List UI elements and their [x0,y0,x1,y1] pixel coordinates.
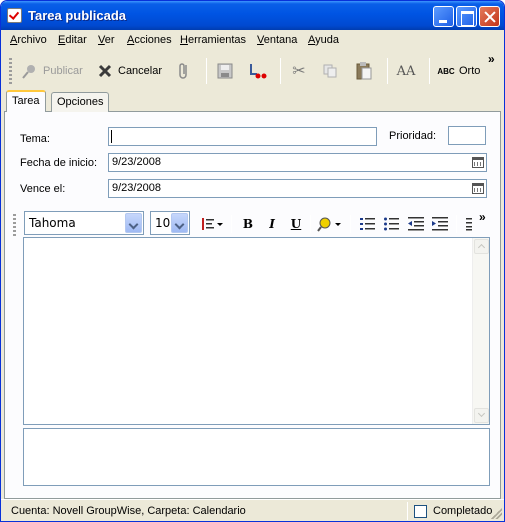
bullet-list-icon [384,217,399,231]
numbered-list-button[interactable] [358,215,378,233]
format-toolbar: Tahoma 10 B I U » [13,208,489,240]
toolbar-overflow-icon[interactable]: » [488,52,495,66]
close-button[interactable] [479,6,500,27]
menu-acciones[interactable]: Acciones [127,34,172,46]
subject-label: Tema: [20,133,50,145]
priority-input[interactable] [448,126,486,145]
toolbar-separator [280,58,281,84]
tab-opciones[interactable]: Opciones [51,92,110,112]
bullet-list-button[interactable] [382,215,402,233]
highlight-button[interactable] [316,215,344,233]
paste-button[interactable] [354,56,374,86]
toolbar-separator [206,58,207,84]
vertical-scrollbar[interactable] [472,238,489,424]
scissors-icon: ✂ [292,63,306,80]
format-overflow-icon[interactable]: » [479,210,486,224]
window-title: Tarea publicada [28,8,127,23]
align-icon [466,218,472,231]
completed-label[interactable]: Completado [433,505,492,517]
tab-strip: Tarea Opciones [4,90,501,112]
underline-button[interactable]: U [286,215,306,233]
font-name-select[interactable]: Tahoma [24,211,144,235]
save-icon [215,61,235,81]
subject-input[interactable] [108,127,377,146]
menu-herramientas[interactable]: Herramientas [180,34,246,46]
attach-button[interactable] [173,56,193,86]
numbered-list-icon [360,218,375,230]
status-separator [407,502,408,520]
format-separator [231,215,232,233]
menu-archivo[interactable]: Archivo [10,34,47,46]
task-window: Tarea publicada Archivo Editar Ver Accio… [0,0,505,522]
maximize-button[interactable] [456,6,477,27]
save-button[interactable] [215,56,235,86]
menu-ventana[interactable]: Ventana [257,34,297,46]
title-bar[interactable]: Tarea publicada [1,1,504,30]
x-mark-icon [95,61,115,81]
publish-button[interactable]: Publicar [20,56,83,86]
format-separator [456,215,457,233]
start-date-input[interactable]: 9/23/2008 [108,153,487,172]
tab-tarea[interactable]: Tarea [6,90,46,112]
cancel-button[interactable]: Cancelar [95,56,162,86]
due-date-input[interactable]: 9/23/2008 [108,179,487,198]
account-folder-status: Cuenta: Novell GroupWise, Carpeta: Calen… [11,505,246,517]
spell-check-button[interactable]: ABC Orto [436,56,480,86]
copy-icon [320,61,340,81]
clipboard-icon [354,61,374,81]
menu-ver[interactable]: Ver [98,34,115,46]
font-size-select[interactable]: 10 [150,211,190,235]
decrease-indent-button[interactable] [406,215,426,233]
address-book-button[interactable] [247,56,267,86]
toolbar-separator [429,58,430,84]
scroll-down-icon[interactable] [474,408,489,423]
paperclip-icon [173,61,193,81]
minimize-button[interactable] [433,6,454,27]
attachment-area[interactable] [23,428,490,486]
task-check-icon [7,8,22,23]
copy-button[interactable] [320,56,340,86]
format-toolbar-grip[interactable] [13,214,16,236]
task-panel: Tema: Prioridad: Fecha de inicio: 9/23/2… [4,112,501,499]
outdent-icon [408,217,424,231]
pushpin-icon [20,61,40,81]
italic-button[interactable]: I [262,215,282,233]
menu-editar[interactable]: Editar [58,34,87,46]
scroll-up-icon[interactable] [474,239,489,254]
calendar-icon[interactable] [472,183,484,194]
format-separator [350,215,351,233]
chevron-down-icon[interactable] [171,213,188,233]
increase-indent-button[interactable] [430,215,450,233]
start-date-label: Fecha de inicio: [20,157,98,169]
address-book-icon [247,61,267,81]
priority-label: Prioridad: [389,130,437,142]
spell-check-icon: ABC [437,66,455,76]
format-separator [310,215,311,233]
align-button[interactable] [462,215,476,233]
font-button[interactable]: AA [396,56,416,86]
paragraph-style-button[interactable] [200,215,226,233]
text-caret [111,130,112,143]
menu-ayuda[interactable]: Ayuda [308,34,339,46]
calendar-icon[interactable] [472,157,484,168]
highlighter-icon [317,217,341,232]
chevron-down-icon[interactable] [125,213,142,233]
cut-button[interactable]: ✂ [289,56,309,86]
main-toolbar: Publicar Cancelar ✂ AA ABC Orto » [4,52,501,90]
menu-bar: Archivo Editar Ver Acciones Herramientas… [1,31,504,50]
completed-checkbox[interactable] [414,505,427,518]
due-date-label: Vence el: [20,183,66,195]
resize-grip-icon[interactable] [491,508,502,519]
paragraph-style-icon [202,218,223,230]
toolbar-separator [387,58,388,84]
toolbar-grip[interactable] [9,58,12,84]
bold-button[interactable]: B [238,215,258,233]
status-bar: Cuenta: Novell GroupWise, Carpeta: Calen… [1,499,504,521]
indent-icon [432,217,448,231]
font-icon: AA [396,63,416,79]
message-body-editor[interactable] [23,237,490,425]
